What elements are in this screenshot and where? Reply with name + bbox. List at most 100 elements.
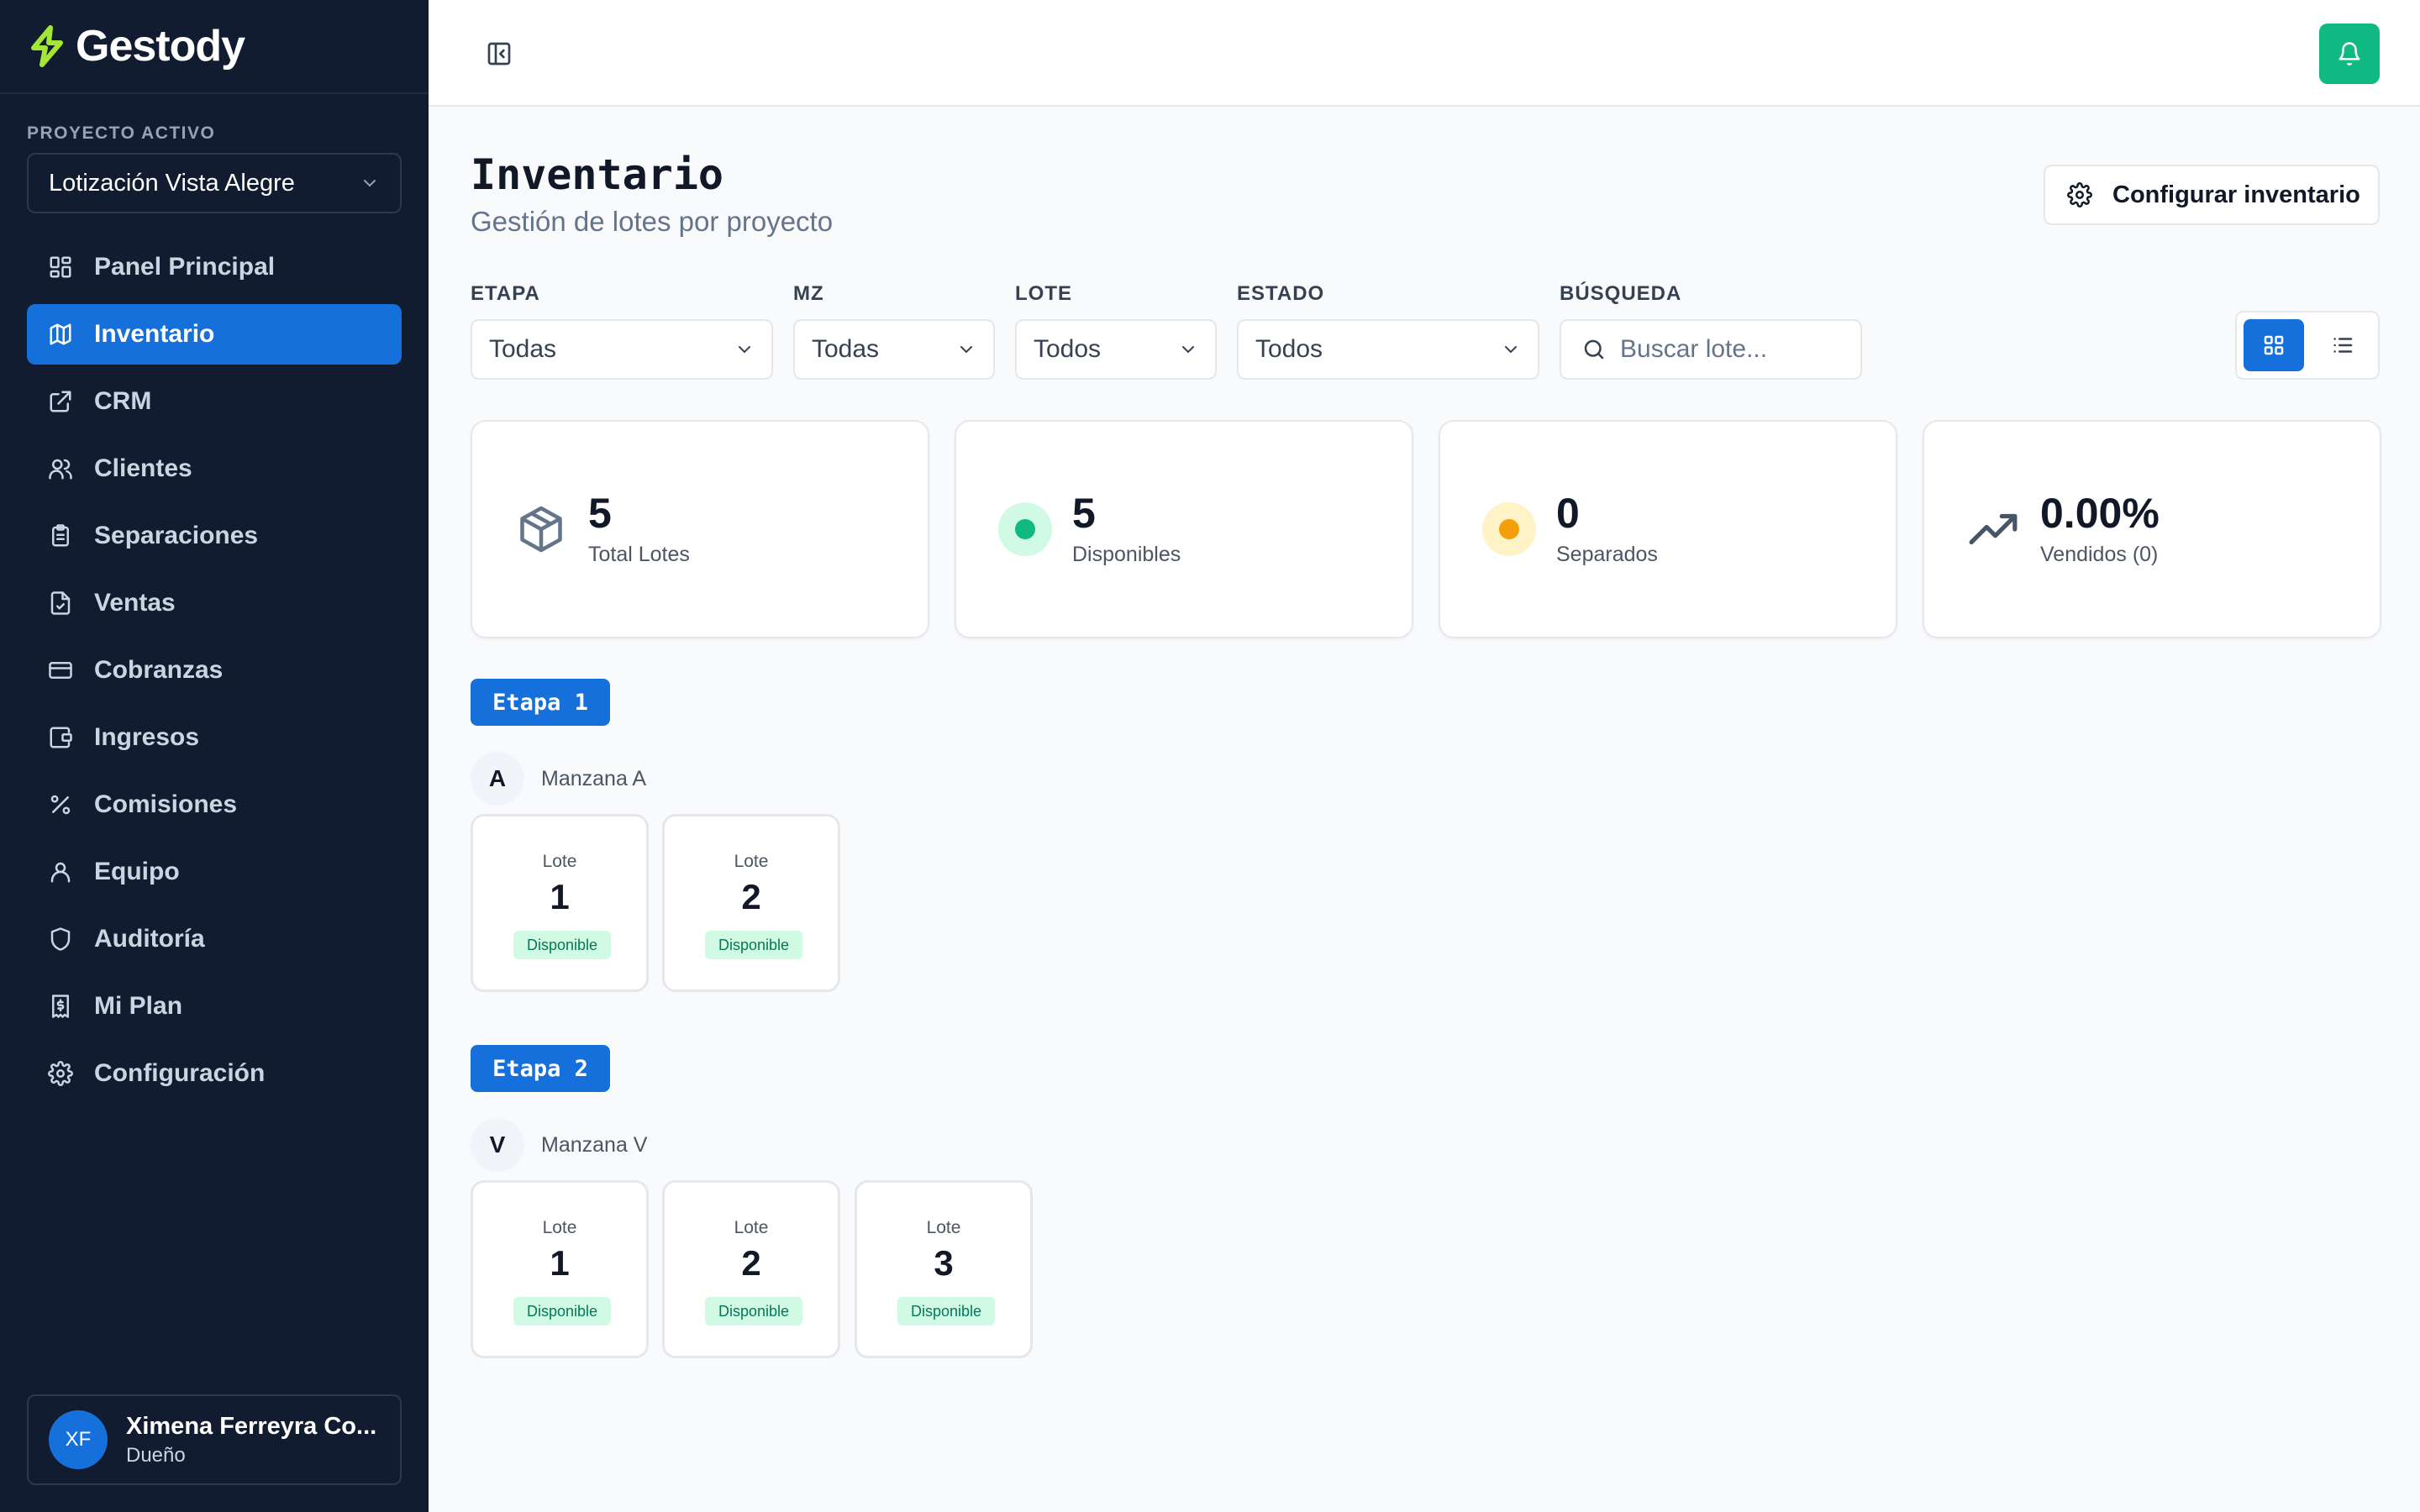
manzana-header: V Manzana V (471, 1118, 647, 1172)
project-select-value: Lotización Vista Alegre (49, 169, 295, 197)
panel-left-icon (487, 42, 511, 66)
stat-value: 5 (1072, 490, 1096, 537)
etapa-badge: Etapa 1 (471, 679, 610, 726)
lot-number: 2 (741, 1243, 761, 1283)
stat-label: Vendidos (0) (2040, 543, 2159, 566)
page-subtitle: Gestión de lotes por proyecto (471, 206, 834, 237)
list-icon (2333, 338, 2353, 353)
configure-inventory-button[interactable]: Configurar inventario (2044, 165, 2380, 225)
sidebar-nav: Panel Principal Inventario CRM Clientes … (27, 237, 402, 1110)
stat-value: 0.00% (2040, 490, 2160, 537)
layout-grid-icon (47, 254, 74, 281)
lot-label: Lote (926, 1218, 961, 1237)
search-input[interactable] (1620, 335, 1855, 364)
etapa-select-value: Todas (489, 335, 557, 363)
filter-label-lote: LOTE (1015, 282, 1072, 305)
sidebar-item-panel-principal[interactable]: Panel Principal (27, 237, 402, 297)
grid-icon (2264, 335, 2284, 355)
grid-view-button[interactable] (2244, 319, 2304, 371)
external-link-icon (47, 388, 74, 415)
lot-number: 1 (550, 1243, 570, 1283)
topbar (429, 0, 2420, 107)
main-content: Inventario Gestión de lotes por proyecto… (429, 107, 2420, 1512)
bell-icon (2338, 42, 2360, 66)
sidebar-item-auditoria[interactable]: Auditoría (27, 909, 402, 969)
sidebar-item-label: Panel Principal (94, 253, 276, 281)
sidebar-item-ingresos[interactable]: Ingresos (27, 707, 402, 768)
sidebar-item-comisiones[interactable]: Comisiones (27, 774, 402, 835)
manzana-letter: A (471, 752, 524, 806)
lot-number: 3 (934, 1243, 954, 1283)
mz-select[interactable]: Todas (793, 319, 995, 380)
trending-up-icon (1966, 502, 2020, 556)
chevron-down-icon (960, 346, 972, 354)
user-icon (47, 858, 74, 885)
sidebar-item-configuracion[interactable]: Configuración (27, 1043, 402, 1104)
status-badge: Disponible (897, 1297, 995, 1326)
manzana-header: A Manzana A (471, 752, 646, 806)
user-card[interactable]: XF Ximena Ferreyra Co... Dueño (27, 1394, 402, 1485)
gear-icon (47, 1060, 74, 1087)
search-icon (1584, 339, 1604, 360)
sidebar-toggle-button[interactable] (486, 40, 513, 67)
sidebar-item-label: Cobranzas (94, 656, 224, 684)
avatar: XF (49, 1410, 108, 1469)
list-view-button[interactable] (2312, 319, 2373, 371)
sidebar-item-label: Inventario (94, 320, 215, 348)
status-badge: Disponible (513, 931, 611, 959)
map-icon (47, 321, 74, 348)
users-icon (47, 455, 74, 482)
filter-label-mz: MZ (793, 282, 824, 305)
credit-card-icon (47, 657, 74, 684)
etapa-badge: Etapa 2 (471, 1045, 610, 1092)
stat-label: Total Lotes (588, 543, 690, 566)
brand-name: Gestody (76, 22, 245, 71)
status-badge: Disponible (513, 1297, 611, 1326)
etapa-select[interactable]: Todas (471, 319, 773, 380)
lot-card[interactable]: Lote 2 Disponible (662, 814, 840, 992)
shield-icon (47, 926, 74, 953)
manzana-letter: V (471, 1118, 524, 1172)
lote-select-value: Todos (1034, 335, 1102, 363)
lot-label: Lote (734, 852, 769, 871)
lot-card[interactable]: Lote 1 Disponible (471, 1180, 649, 1358)
gestody-logo-icon (31, 25, 63, 67)
sidebar-item-equipo[interactable]: Equipo (27, 842, 402, 902)
configure-inventory-label: Configurar inventario (2112, 181, 2360, 208)
stat-card-total: 5 Total Lotes (471, 420, 929, 638)
project-select[interactable]: Lotización Vista Alegre (27, 153, 402, 213)
estado-select-value: Todos (1255, 335, 1323, 363)
sidebar-item-clientes[interactable]: Clientes (27, 438, 402, 499)
sidebar-item-crm[interactable]: CRM (27, 371, 402, 432)
sidebar-item-label: Configuración (94, 1059, 266, 1087)
lote-select[interactable]: Todos (1015, 319, 1217, 380)
sidebar-item-inventario[interactable]: Inventario (27, 304, 402, 365)
sidebar: Gestody PROYECTO ACTIVO Lotización Vista… (0, 0, 429, 1512)
chevron-down-icon (739, 346, 750, 354)
mz-select-value: Todas (812, 335, 880, 363)
manzana-name: Manzana V (541, 1132, 648, 1157)
lot-label: Lote (734, 1218, 769, 1237)
stat-value: 5 (588, 490, 612, 537)
sidebar-item-mi-plan[interactable]: Mi Plan (27, 976, 402, 1037)
chevron-down-icon (364, 180, 376, 187)
sidebar-item-ventas[interactable]: Ventas (27, 573, 402, 633)
package-icon (514, 502, 568, 556)
notifications-button[interactable] (2319, 24, 2380, 84)
sidebar-item-separaciones[interactable]: Separaciones (27, 506, 402, 566)
estado-select[interactable]: Todos (1237, 319, 1539, 380)
status-badge: Disponible (705, 1297, 802, 1326)
green-dot-icon (998, 502, 1052, 556)
clipboard-icon (47, 522, 74, 549)
sidebar-item-cobranzas[interactable]: Cobranzas (27, 640, 402, 701)
lot-card[interactable]: Lote 3 Disponible (855, 1180, 1033, 1358)
orange-dot-icon (1482, 502, 1536, 556)
filter-label-busqueda: BÚSQUEDA (1560, 282, 1682, 305)
lot-card[interactable]: Lote 1 Disponible (471, 814, 649, 992)
lot-card[interactable]: Lote 2 Disponible (662, 1180, 840, 1358)
chevron-down-icon (1182, 346, 1194, 354)
lot-label: Lote (542, 852, 577, 871)
stat-card-separados: 0 Separados (1439, 420, 1897, 638)
sidebar-item-label: Mi Plan (94, 992, 183, 1020)
brand[interactable]: Gestody (0, 0, 429, 94)
